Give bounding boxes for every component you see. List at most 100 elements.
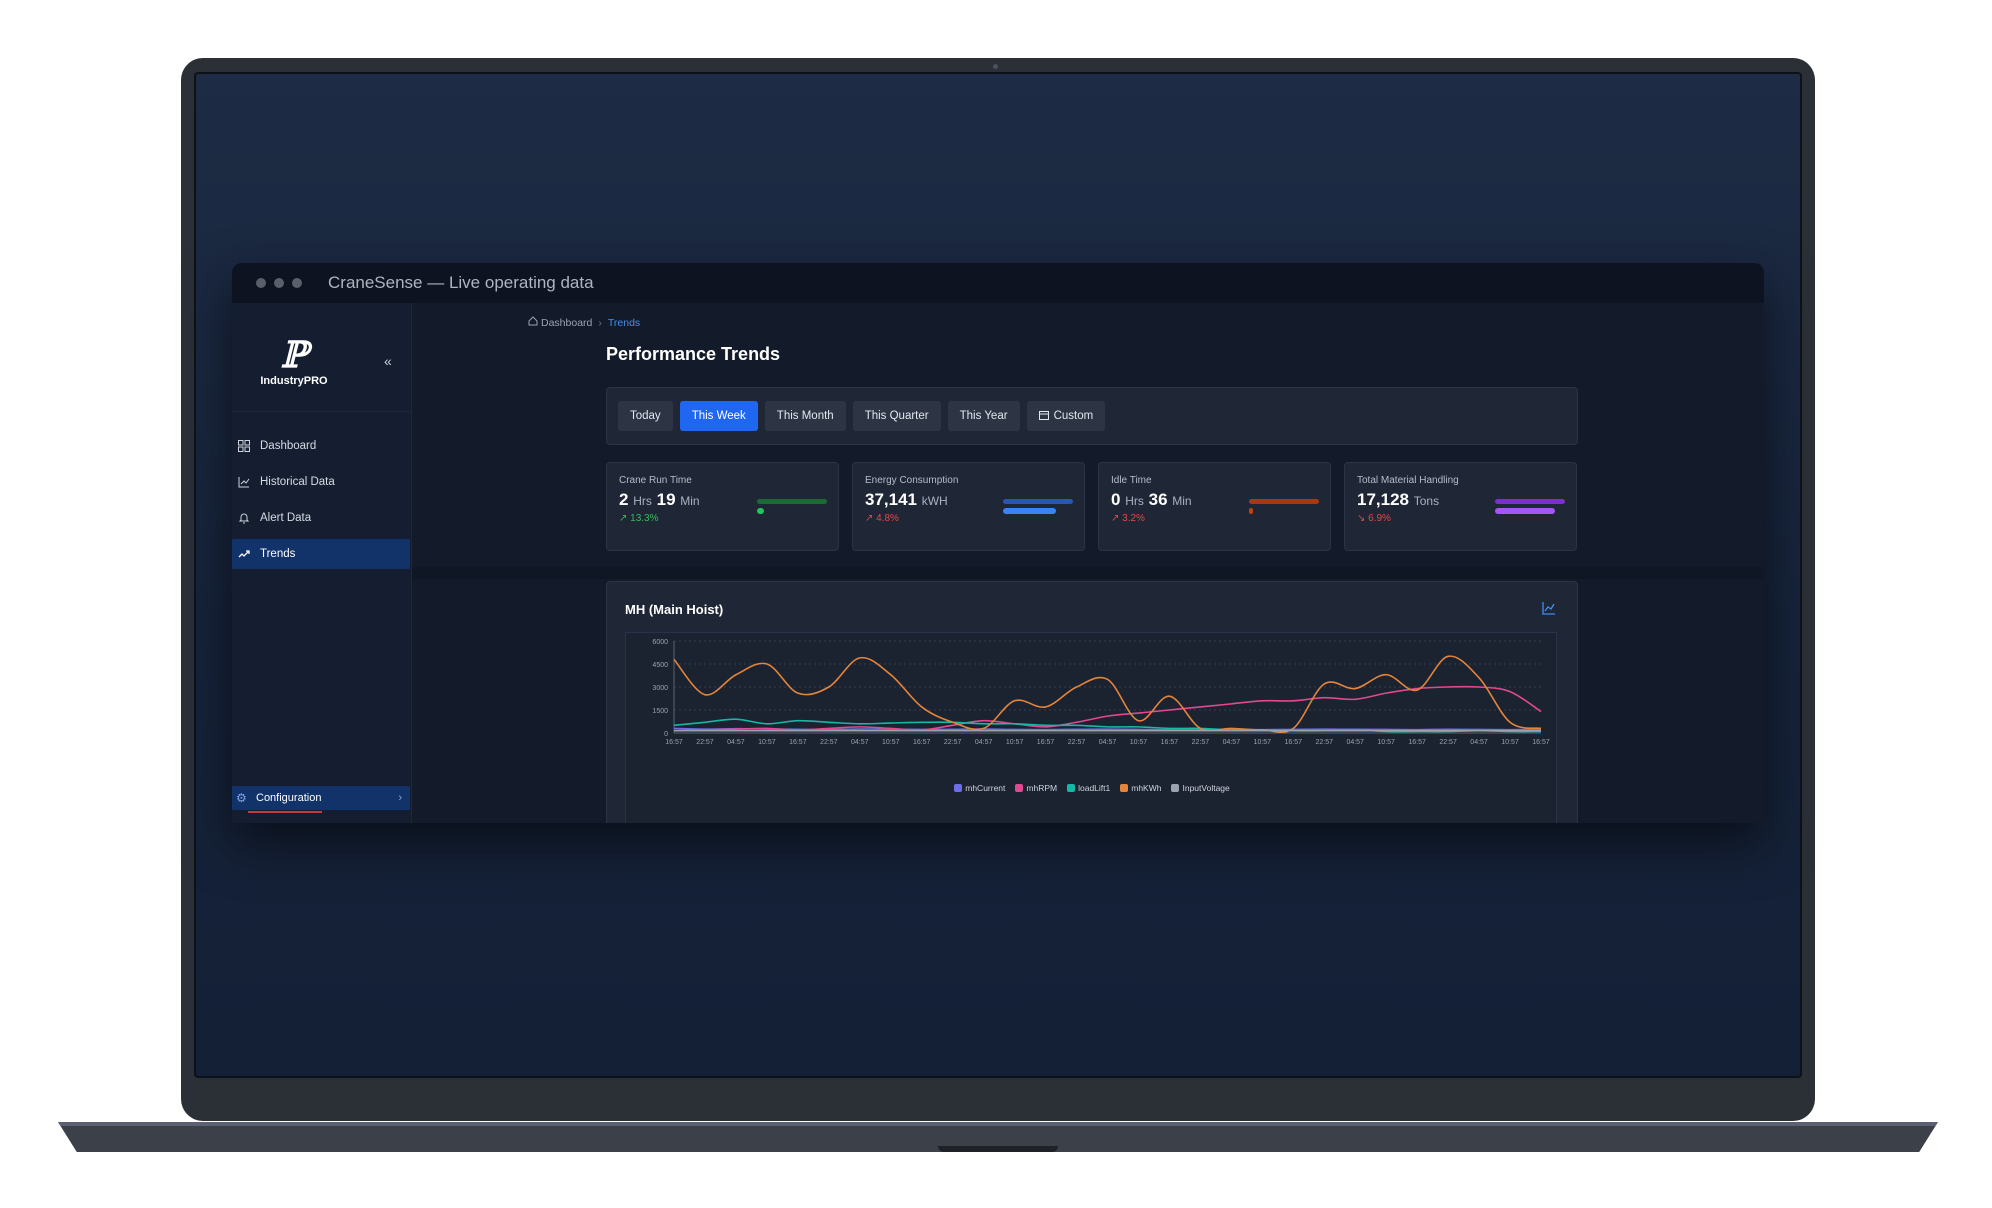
x-tick-label: 04:57 <box>1099 739 1117 746</box>
sidebar-item-alert-data[interactable]: Alert Data <box>232 503 410 533</box>
sidebar: ℙ IndustryPRO « Dashboard Historical Dat… <box>232 303 412 823</box>
camera-dot <box>993 64 998 69</box>
page-title: Performance Trends <box>606 344 781 364</box>
sidebar-item-label: Trends <box>260 548 296 560</box>
filter-this-month-button[interactable]: This Month <box>764 401 846 431</box>
stat-change: ↘ 6.9% <box>1357 513 1391 524</box>
x-tick-label: 10:57 <box>1130 739 1148 746</box>
window-title: CraneSense — Live operating data <box>328 273 594 292</box>
legend-item-mhKWh[interactable]: mhKWh <box>1120 783 1161 793</box>
y-tick-label: 6000 <box>652 639 668 646</box>
x-tick-label: 10:57 <box>882 739 900 746</box>
time-filter-bar: Today This Week This Month This Quarter … <box>606 387 1578 445</box>
x-tick-label: 10:57 <box>1377 739 1395 746</box>
main-content: Dashboard › Trends Performance Trends To… <box>412 303 1764 823</box>
breadcrumb-home-link[interactable]: Dashboard <box>541 317 592 329</box>
stat-progress-bar <box>1249 508 1253 514</box>
stat-progress-track <box>1003 499 1073 504</box>
x-tick-label: 22:57 <box>1068 739 1086 746</box>
filter-custom-label: Custom <box>1053 410 1094 422</box>
breadcrumb-current: Trends <box>607 316 641 329</box>
calendar-icon <box>1038 410 1049 423</box>
x-tick-label: 16:57 <box>665 739 683 746</box>
legend-label: mhCurrent <box>965 783 1006 793</box>
legend-swatch <box>954 784 963 792</box>
chart-legend: mhCurrent mhRPM loadLift1 mhKWh InputVoltage <box>626 783 1558 793</box>
app-window: CraneSense — Live operating data ℙ Indus… <box>232 263 1764 823</box>
x-tick-label: 22:57 <box>1315 739 1333 746</box>
y-tick-label: 1500 <box>652 708 668 715</box>
chart-plot-area: 6000 4500 3000 1500 0 16:57 22:57 04:57 10:57 16:… <box>625 632 1557 823</box>
line-chart: 6000450030001500016:57 22:57 04:57 10:57 16:… <box>652 639 1550 746</box>
filter-this-week-button[interactable]: This Week <box>679 401 758 431</box>
x-tick-label: 22:57 <box>820 739 838 746</box>
x-tick-label: 04:57 <box>727 739 745 746</box>
sidebar-collapse-button[interactable]: « <box>384 353 392 369</box>
stat-label: Crane Run Time <box>619 475 692 486</box>
stat-progress-track <box>1249 499 1319 504</box>
stat-label: Total Material Handling <box>1357 475 1459 486</box>
x-tick-label: 16:57 <box>1532 739 1550 746</box>
x-tick-label: 22:57 <box>1192 739 1210 746</box>
legend-label: InputVoltage <box>1182 783 1230 793</box>
legend-item-mhCurrent[interactable]: mhCurrent <box>954 783 1005 793</box>
legend-swatch <box>1067 784 1076 792</box>
stat-label: Idle Time <box>1111 475 1152 486</box>
x-tick-label: 10:57 <box>1006 739 1024 746</box>
logo: ℙ IndustryPRO <box>258 337 330 387</box>
legend-item-mhRPM[interactable]: mhRPM <box>1015 783 1057 793</box>
sidebar-item-dashboard[interactable]: Dashboard <box>232 431 410 461</box>
stat-progress-bar <box>1003 508 1056 514</box>
chevron-right-icon: › <box>398 792 402 804</box>
logo-divider <box>232 411 412 412</box>
stat-card-total-material-handling: Total Material Handling 17,128 Tons ↘ 6.… <box>1344 462 1577 551</box>
filter-custom-button[interactable]: Custom <box>1026 401 1106 431</box>
x-tick-label: 04:57 <box>1346 739 1364 746</box>
breadcrumb-separator: › <box>598 316 602 329</box>
stat-progress-track <box>757 499 827 504</box>
x-tick-label: 16:57 <box>1408 739 1426 746</box>
x-tick-label: 10:57 <box>1254 739 1272 746</box>
x-tick-label: 22:57 <box>696 739 714 746</box>
stats-row: Crane Run Time 2 Hrs 19 Min ↗ 13.3% Ener… <box>606 462 1578 551</box>
chart-card-main-hoist: MH (Main Hoist) 6000 4500 3000 1500 0 16:57 22… <box>606 581 1578 823</box>
y-tick-label: 0 <box>664 731 668 738</box>
x-tick-label: 16:57 <box>1037 739 1055 746</box>
configuration-button[interactable]: ⚙ Configuration › <box>232 786 410 810</box>
x-tick-label: 22:57 <box>944 739 962 746</box>
filter-this-quarter-button[interactable]: This Quarter <box>852 401 941 431</box>
filter-today-button[interactable]: Today <box>618 401 673 431</box>
chart-type-icon[interactable] <box>1542 601 1556 620</box>
y-tick-label: 4500 <box>652 662 668 669</box>
legend-item-InputVoltage[interactable]: InputVoltage <box>1171 783 1230 793</box>
sidebar-item-label: Dashboard <box>260 440 317 452</box>
x-tick-label: 04:57 <box>1223 739 1241 746</box>
stat-card-energy-consumption: Energy Consumption 37,141 kWH ↗ 4.8% <box>852 462 1085 551</box>
stat-progress-track <box>1495 499 1565 504</box>
x-tick-label: 16:57 <box>789 739 807 746</box>
logo-text: IndustryPRO <box>260 375 328 387</box>
legend-label: mhRPM <box>1026 783 1058 793</box>
stat-progress-bar <box>757 508 764 514</box>
legend-label: loadLift1 <box>1078 783 1111 793</box>
sidebar-item-trends[interactable]: Trends <box>232 539 410 569</box>
legend-swatch <box>1120 784 1129 792</box>
x-tick-label: 10:57 <box>758 739 776 746</box>
sidebar-nav: Dashboard Historical Data Alert Data Tre… <box>232 431 410 575</box>
sidebar-item-label: Alert Data <box>260 512 312 524</box>
legend-item-loadLift1[interactable]: loadLift1 <box>1067 783 1110 793</box>
window-close-dot[interactable] <box>256 278 266 288</box>
window-maximize-dot[interactable] <box>292 278 302 288</box>
x-tick-label: 04:57 <box>975 739 993 746</box>
sidebar-item-historical-data[interactable]: Historical Data <box>232 467 410 497</box>
config-underline <box>248 811 322 813</box>
filter-this-year-button[interactable]: This Year <box>947 401 1020 431</box>
series-line-mhRPM <box>673 685 1542 732</box>
stat-label: Energy Consumption <box>865 475 959 486</box>
laptop-notch <box>938 1146 1058 1152</box>
chart-title: MH (Main Hoist) <box>625 602 724 617</box>
x-tick-label: 04:57 <box>851 739 869 746</box>
section-divider <box>412 567 1764 579</box>
window-minimize-dot[interactable] <box>274 278 284 288</box>
x-tick-label: 10:57 <box>1501 739 1519 746</box>
